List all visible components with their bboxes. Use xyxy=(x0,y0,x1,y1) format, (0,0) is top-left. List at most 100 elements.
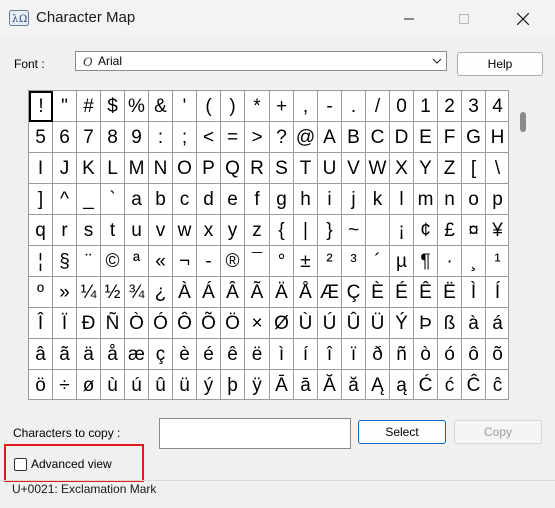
char-cell[interactable]: ` xyxy=(101,184,125,215)
char-cell[interactable]: Y xyxy=(414,153,438,184)
char-cell[interactable]: } xyxy=(318,215,342,246)
char-cell[interactable]: ó xyxy=(438,339,462,370)
char-cell[interactable]: í xyxy=(294,339,318,370)
char-cell[interactable]: i xyxy=(318,184,342,215)
char-cell[interactable]: Ñ xyxy=(101,308,125,339)
char-cell[interactable]: r xyxy=(53,215,77,246)
char-cell[interactable]: Ă xyxy=(318,370,342,399)
char-cell[interactable]: $ xyxy=(101,91,125,122)
char-cell[interactable]: Ë xyxy=(438,277,462,308)
char-cell[interactable]: k xyxy=(366,184,390,215)
char-cell[interactable]: ô xyxy=(462,339,486,370)
char-cell[interactable]: ¡ xyxy=(390,215,414,246)
char-cell[interactable]: ú xyxy=(125,370,149,399)
char-cell[interactable]: ± xyxy=(294,246,318,277)
char-cell[interactable]: Ã xyxy=(245,277,270,308)
char-cell[interactable]: D xyxy=(390,122,414,153)
char-cell[interactable]: f xyxy=(245,184,270,215)
char-cell[interactable]: S xyxy=(270,153,294,184)
char-cell[interactable]: L xyxy=(101,153,125,184)
char-cell[interactable]: P xyxy=(197,153,221,184)
char-cell[interactable]: ¾ xyxy=(125,277,149,308)
char-cell[interactable]: 1 xyxy=(414,91,438,122)
char-cell[interactable]: z xyxy=(245,215,270,246)
char-cell[interactable]: î xyxy=(318,339,342,370)
char-cell[interactable]: v xyxy=(149,215,173,246)
char-cell[interactable]: ! xyxy=(29,91,53,122)
char-cell[interactable]: à xyxy=(462,308,486,339)
char-cell[interactable]: > xyxy=(245,122,270,153)
char-cell[interactable]: Ā xyxy=(270,370,294,399)
close-button[interactable] xyxy=(500,0,546,38)
char-cell[interactable]: è xyxy=(173,339,197,370)
char-cell[interactable]: ? xyxy=(270,122,294,153)
char-cell[interactable]: Â xyxy=(221,277,245,308)
char-cell[interactable]: Ö xyxy=(221,308,245,339)
char-cell[interactable]: _ xyxy=(77,184,101,215)
char-cell[interactable]: * xyxy=(245,91,270,122)
char-cell[interactable]: æ xyxy=(125,339,149,370)
char-cell[interactable]: x xyxy=(197,215,221,246)
char-cell[interactable]: Ó xyxy=(149,308,173,339)
char-cell[interactable]: º xyxy=(29,277,53,308)
char-cell[interactable]: < xyxy=(197,122,221,153)
char-cell[interactable]: ø xyxy=(77,370,101,399)
char-cell[interactable]: J xyxy=(53,153,77,184)
char-cell[interactable]: : xyxy=(149,122,173,153)
char-cell[interactable]: Ü xyxy=(366,308,390,339)
char-cell[interactable]: ² xyxy=(318,246,342,277)
char-cell[interactable]: É xyxy=(390,277,414,308)
char-cell[interactable]: e xyxy=(221,184,245,215)
char-cell[interactable]: å xyxy=(101,339,125,370)
char-cell[interactable]: Ø xyxy=(270,308,294,339)
char-cell[interactable]: - xyxy=(318,91,342,122)
char-cell[interactable]: » xyxy=(53,277,77,308)
char-cell[interactable]: % xyxy=(125,91,149,122)
char-cell[interactable]: ß xyxy=(438,308,462,339)
font-dropdown[interactable]: O Arial xyxy=(75,51,447,71)
char-cell[interactable]: 4 xyxy=(486,91,508,122)
char-cell[interactable]: 8 xyxy=(101,122,125,153)
char-cell[interactable]: ¦ xyxy=(29,246,53,277)
char-cell[interactable]: C xyxy=(366,122,390,153)
char-cell[interactable]: { xyxy=(270,215,294,246)
char-cell[interactable]: ' xyxy=(173,91,197,122)
char-cell[interactable]: ā xyxy=(294,370,318,399)
char-cell[interactable]: Á xyxy=(197,277,221,308)
char-cell[interactable]: ® xyxy=(221,246,245,277)
char-cell[interactable]: Ô xyxy=(173,308,197,339)
char-cell[interactable]: ¯ xyxy=(245,246,270,277)
char-cell[interactable]: ¿ xyxy=(149,277,173,308)
char-cell[interactable]: w xyxy=(173,215,197,246)
char-cell[interactable]: ĉ xyxy=(486,370,508,399)
char-cell[interactable]: H xyxy=(486,122,508,153)
char-cell[interactable]: ÷ xyxy=(53,370,77,399)
char-cell[interactable]: g xyxy=(270,184,294,215)
char-cell[interactable]: Ć xyxy=(414,370,438,399)
char-cell[interactable]: á xyxy=(486,308,508,339)
char-cell[interactable]: y xyxy=(221,215,245,246)
char-cell[interactable]: ą xyxy=(390,370,414,399)
char-cell[interactable]: t xyxy=(101,215,125,246)
char-cell[interactable]: 2 xyxy=(438,91,462,122)
char-cell[interactable]: Ĉ xyxy=(462,370,486,399)
char-cell[interactable]: n xyxy=(438,184,462,215)
char-cell[interactable]: ¤ xyxy=(462,215,486,246)
char-cell[interactable]: 7 xyxy=(77,122,101,153)
char-cell[interactable]: h xyxy=(294,184,318,215)
char-cell[interactable]: Ä xyxy=(270,277,294,308)
char-cell[interactable]: V xyxy=(342,153,366,184)
char-cell[interactable]: ă xyxy=(342,370,366,399)
char-cell[interactable]: ; xyxy=(173,122,197,153)
char-cell[interactable]: Ç xyxy=(342,277,366,308)
char-cell[interactable]: È xyxy=(366,277,390,308)
char-cell[interactable]: # xyxy=(77,91,101,122)
select-button[interactable]: Select xyxy=(358,420,446,444)
char-cell[interactable]: Û xyxy=(342,308,366,339)
char-cell[interactable]: ć xyxy=(438,370,462,399)
char-cell[interactable]: Q xyxy=(221,153,245,184)
char-cell[interactable]: ¥ xyxy=(486,215,508,246)
characters-to-copy-input[interactable] xyxy=(159,418,351,449)
char-cell[interactable]: 6 xyxy=(53,122,77,153)
char-cell[interactable]: W xyxy=(366,153,390,184)
